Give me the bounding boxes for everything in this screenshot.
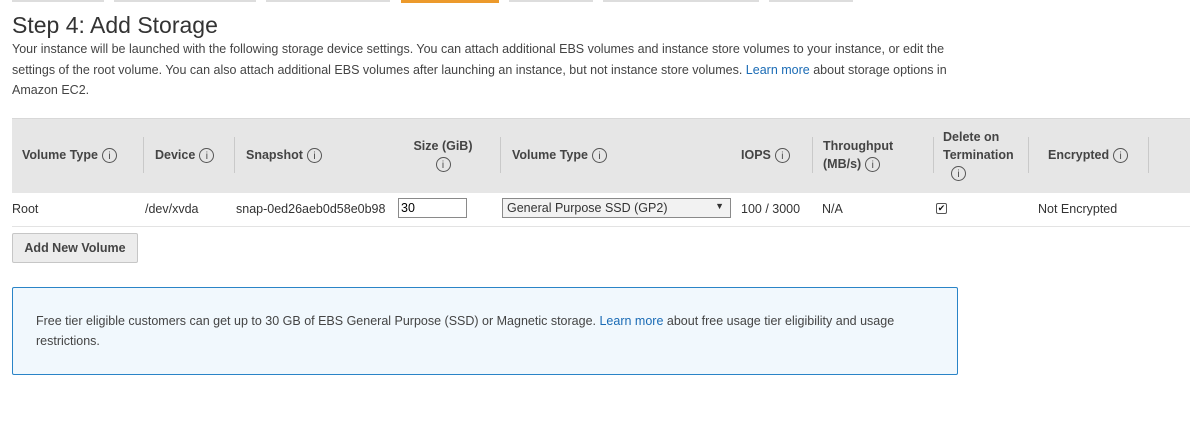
page-description: Your instance will be launched with the … bbox=[12, 39, 952, 101]
info-icon[interactable]: i bbox=[774, 148, 790, 164]
wizard-tabs bbox=[0, 0, 1200, 3]
table-row: Root /dev/xvda snap-0ed26aeb0d58e0b98 Ge… bbox=[12, 192, 1190, 227]
info-icon[interactable]: i bbox=[306, 148, 322, 164]
add-new-volume-button[interactable]: Add New Volume bbox=[12, 233, 138, 263]
page-title: Step 4: Add Storage bbox=[12, 12, 218, 38]
column-divider bbox=[500, 137, 501, 173]
wizard-tab[interactable] bbox=[114, 0, 256, 2]
header-size: Size (GiB) i bbox=[407, 137, 479, 173]
header-label: Device bbox=[155, 148, 196, 162]
header-volume-type-2: Volume Type i bbox=[512, 146, 607, 164]
delete-on-termination-checkbox[interactable]: ✔ bbox=[936, 203, 947, 214]
column-divider bbox=[234, 137, 235, 173]
header-delete-on-termination: Delete on Termination i bbox=[943, 128, 1021, 182]
header-snapshot: Snapshot i bbox=[246, 146, 322, 164]
column-divider bbox=[1028, 137, 1029, 173]
header-label: Termination bbox=[943, 148, 1014, 162]
notice-text-start: Free tier eligible customers can get up … bbox=[36, 314, 596, 328]
wizard-tab[interactable] bbox=[12, 0, 104, 2]
wizard-tab-active[interactable] bbox=[401, 0, 499, 3]
chevron-down-icon: ▼ bbox=[715, 201, 724, 211]
learn-more-link[interactable]: Learn more bbox=[746, 63, 810, 77]
header-label: Volume Type bbox=[22, 148, 98, 162]
column-divider bbox=[143, 137, 144, 173]
column-divider bbox=[933, 137, 934, 173]
header-label: IOPS bbox=[741, 148, 771, 162]
size-input[interactable] bbox=[398, 198, 467, 218]
info-icon[interactable]: i bbox=[199, 148, 215, 164]
cell-device: /dev/xvda bbox=[145, 202, 199, 216]
header-label: Throughput bbox=[823, 139, 894, 153]
header-label: (MB/s) bbox=[823, 157, 862, 171]
volume-type-selected: General Purpose SSD (GP2) bbox=[507, 201, 668, 215]
free-tier-notice: Free tier eligible customers can get up … bbox=[12, 287, 958, 375]
header-label: Volume Type bbox=[512, 148, 588, 162]
cell-snapshot: snap-0ed26aeb0d58e0b98 bbox=[236, 202, 386, 216]
volume-type-select[interactable]: General Purpose SSD (GP2) ▼ bbox=[502, 198, 731, 218]
info-icon[interactable]: i bbox=[951, 166, 966, 182]
wizard-tab[interactable] bbox=[266, 0, 390, 2]
wizard-tab[interactable] bbox=[769, 0, 853, 2]
info-icon[interactable]: i bbox=[101, 148, 117, 164]
header-label: Encrypted bbox=[1048, 148, 1110, 162]
column-divider bbox=[812, 137, 813, 173]
header-volume-type: Volume Type i bbox=[22, 146, 117, 164]
header-label: Delete on bbox=[943, 130, 1000, 144]
wizard-tab[interactable] bbox=[509, 0, 593, 2]
storage-table-header: Volume Type i Device i Snapshot i Size (GiB… bbox=[12, 118, 1190, 193]
info-icon[interactable]: i bbox=[435, 157, 451, 173]
header-encrypted: Encrypted i bbox=[1048, 146, 1129, 164]
info-icon[interactable]: i bbox=[591, 148, 607, 164]
header-label: Size (GiB) bbox=[413, 139, 473, 153]
header-device: Device i bbox=[155, 146, 215, 164]
cell-volume-type: Root bbox=[12, 202, 39, 216]
info-icon[interactable]: i bbox=[1113, 148, 1129, 164]
header-throughput: Throughput (MB/s) i bbox=[823, 137, 893, 173]
header-iops: IOPS i bbox=[741, 146, 790, 164]
notice-learn-more-link[interactable]: Learn more bbox=[599, 314, 663, 328]
cell-throughput: N/A bbox=[822, 202, 843, 216]
header-label: Snapshot bbox=[246, 148, 303, 162]
info-icon[interactable]: i bbox=[865, 157, 881, 173]
column-divider bbox=[1148, 137, 1149, 173]
cell-iops: 100 / 3000 bbox=[741, 202, 801, 216]
cell-encrypted: Not Encrypted bbox=[1038, 202, 1118, 216]
notice-text: Free tier eligible customers can get up … bbox=[36, 311, 916, 351]
wizard-tab[interactable] bbox=[603, 0, 759, 2]
